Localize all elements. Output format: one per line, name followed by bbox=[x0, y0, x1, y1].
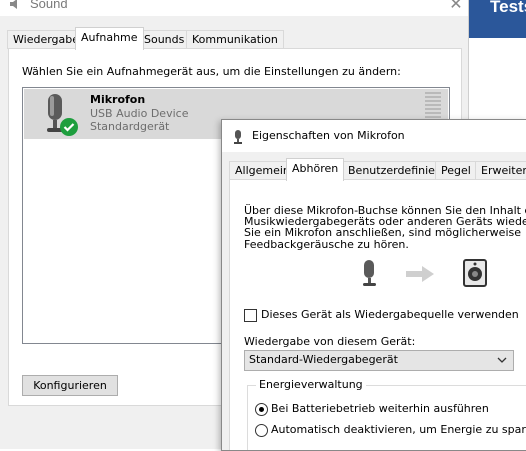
listen-description: Über diese Mikrofon-Buchse können Sie de… bbox=[244, 205, 526, 250]
tab-wiedergabe[interactable]: Wiedergabe bbox=[7, 30, 86, 49]
playback-device-value: Standard-Wiedergabegerät bbox=[249, 353, 398, 366]
device-detail: USB Audio Device bbox=[90, 107, 189, 120]
device-status: Standardgerät bbox=[90, 120, 170, 133]
sound-titlebar bbox=[0, 0, 468, 16]
playback-device-select[interactable]: Standard-Wiedergabegerät bbox=[244, 350, 514, 371]
description-line: Feedbackgeräusche zu hören. bbox=[244, 237, 409, 251]
instruction-text: Wählen Sie ein Aufnahmegerät aus, um die… bbox=[22, 65, 401, 78]
device-name: Mikrofon bbox=[90, 93, 146, 106]
microphone-properties-dialog: Eigenschaften von Mikrofon Allgemein Abh… bbox=[221, 119, 526, 451]
tab-aufnahme[interactable]: Aufnahme bbox=[75, 27, 144, 50]
radio-auto-disable[interactable] bbox=[255, 424, 268, 437]
listen-panel: Über diese Mikrofon-Buchse können Sie de… bbox=[229, 179, 526, 450]
tab-benutzerdefiniert[interactable]: Benutzerdefiniert bbox=[342, 161, 450, 180]
microphone-icon bbox=[363, 260, 376, 286]
sound-window-title: Sound bbox=[30, 0, 68, 11]
tab-abhoeren[interactable]: Abhören bbox=[286, 158, 345, 181]
power-group-title: Energieverwaltung bbox=[256, 378, 366, 391]
playback-device-label: Wiedergabe von diesem Gerät: bbox=[244, 335, 416, 348]
tab-pegel[interactable]: Pegel bbox=[435, 161, 477, 180]
listen-diagram bbox=[363, 259, 487, 287]
chevron-down-icon bbox=[497, 357, 507, 363]
tab-erweitert[interactable]: Erweitert bbox=[475, 161, 526, 180]
background-app-title: Tests bbox=[490, 0, 526, 16]
listen-checkbox-label[interactable]: Dieses Gerät als Wiedergabequelle verwen… bbox=[261, 308, 519, 321]
radio-battery-continue-label[interactable]: Bei Batteriebetrieb weiterhin ausführen bbox=[271, 402, 489, 415]
radio-battery-continue[interactable] bbox=[255, 403, 268, 416]
tab-kommunikation[interactable]: Kommunikation bbox=[186, 30, 284, 49]
radio-auto-disable-label[interactable]: Automatisch deaktivieren, um Energie zu … bbox=[271, 423, 526, 436]
listen-checkbox[interactable] bbox=[244, 309, 257, 322]
microphone-title-icon bbox=[234, 130, 242, 144]
arrow-right-icon bbox=[406, 266, 434, 282]
speaker-box-icon bbox=[463, 259, 487, 287]
configure-button[interactable]: Konfigurieren bbox=[22, 375, 118, 396]
speaker-icon bbox=[10, 0, 17, 9]
close-icon[interactable]: ✕ bbox=[446, 0, 466, 14]
power-management-group: Energieverwaltung Bei Batteriebetrieb we… bbox=[247, 378, 526, 450]
description-line: Sie ein Mikrofon anschließen, sind mögli… bbox=[244, 226, 522, 240]
dialog-title: Eigenschaften von Mikrofon bbox=[252, 129, 405, 142]
microphone-icon bbox=[47, 94, 78, 136]
tab-sounds[interactable]: Sounds bbox=[138, 30, 191, 49]
